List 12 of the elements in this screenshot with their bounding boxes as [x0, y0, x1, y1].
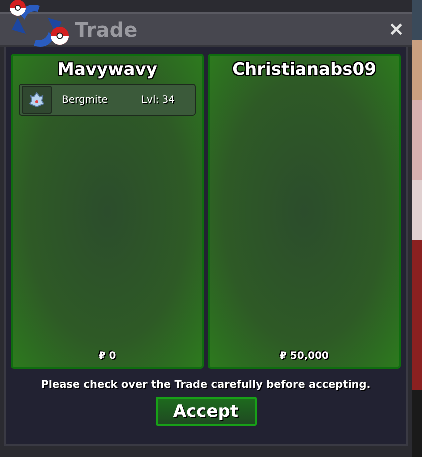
close-button[interactable]: ✕ [387, 18, 406, 40]
trade-item[interactable]: Bergmite Lvl: 34 [19, 84, 196, 116]
player-name: Mavywavy [58, 60, 158, 80]
item-level: Lvl: 34 [141, 94, 175, 106]
player-name: Christianabs09 [232, 60, 376, 80]
accept-button[interactable]: Accept [156, 397, 256, 426]
money-amount: ₽ 50,000 [280, 351, 330, 362]
money-amount: ₽ 0 [98, 351, 116, 362]
creature-icon [22, 86, 52, 114]
window-title: Trade [75, 18, 139, 42]
notice-text: Please check over the Trade carefully before accepting. [41, 379, 371, 391]
item-name: Bergmite [62, 94, 109, 106]
